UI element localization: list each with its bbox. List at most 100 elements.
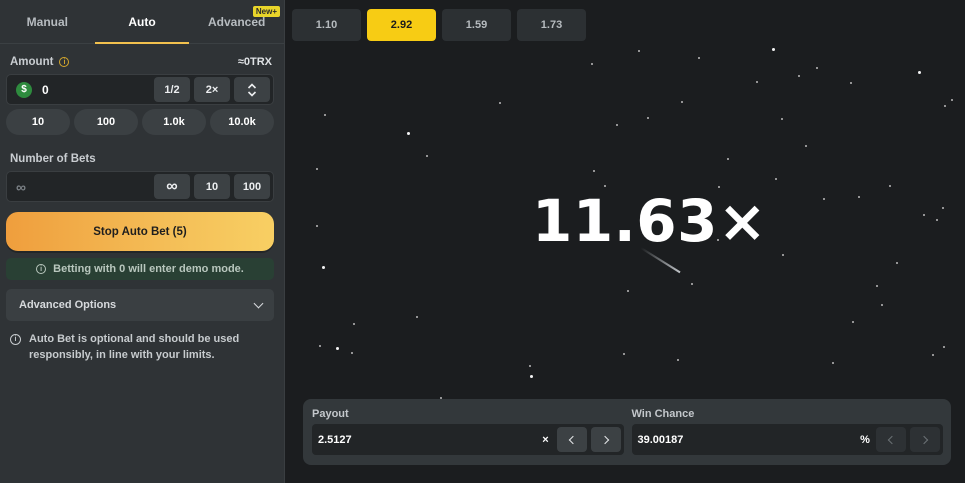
quick-amount-10[interactable]: 10 xyxy=(6,109,70,135)
star-dot xyxy=(782,254,784,256)
star-dot xyxy=(850,82,852,84)
star-dot xyxy=(951,99,953,101)
star-dot xyxy=(858,196,860,198)
star-dot xyxy=(936,219,938,221)
star-dot xyxy=(832,362,834,364)
win-chance-unit: % xyxy=(860,433,870,446)
star-dot xyxy=(781,118,783,120)
new-badge: New+ xyxy=(252,6,281,17)
history-item[interactable]: 1.73 xyxy=(517,9,586,41)
amount-input-group: $ 0 1/2 2× xyxy=(6,74,274,105)
quick-amount-1k[interactable]: 1.0k xyxy=(142,109,206,135)
star-dot xyxy=(593,170,595,172)
demo-notice-text: Betting with 0 will enter demo mode. xyxy=(53,263,244,275)
star-dot xyxy=(932,354,934,356)
range-toggle-button[interactable] xyxy=(234,77,270,102)
current-multiplier: 11.63× xyxy=(532,187,768,255)
amount-approx: ≈0TRX xyxy=(237,56,272,68)
chevron-right-icon xyxy=(600,435,609,444)
star-dot xyxy=(876,285,878,287)
advanced-options-toggle[interactable]: Advanced Options xyxy=(6,289,274,321)
history-item[interactable]: 2.92 xyxy=(367,9,436,41)
history-item[interactable]: 1.10 xyxy=(292,9,361,41)
bets-100-button[interactable]: 100 xyxy=(234,174,270,199)
win-chance-input[interactable]: 39.00187 xyxy=(638,434,855,446)
star-dot xyxy=(798,75,800,77)
payout-input-group: 2.5127 × xyxy=(312,424,624,455)
tab-advanced-label: Advanced xyxy=(208,15,266,29)
star-dot xyxy=(319,345,321,347)
star-dot xyxy=(591,63,593,65)
bets-input[interactable]: ∞ xyxy=(10,179,150,195)
info-icon: i xyxy=(36,264,47,274)
app-root: Manual Auto Advanced New+ Amount i ≈0TRX… xyxy=(0,0,965,483)
star-dot xyxy=(530,375,533,378)
bets-input-group: ∞ ∞ 10 100 xyxy=(6,171,274,202)
star-dot xyxy=(816,67,818,69)
payout-label: Payout xyxy=(312,408,349,420)
star-dot xyxy=(616,124,618,126)
auto-bet-disclaimer-text: Auto Bet is optional and should be used … xyxy=(29,333,240,361)
win-chance-increase-button[interactable] xyxy=(910,427,940,452)
star-dot xyxy=(756,81,758,83)
tab-advanced[interactable]: Advanced New+ xyxy=(189,0,284,43)
star-dot xyxy=(647,117,649,119)
amount-input[interactable]: 0 xyxy=(36,83,150,97)
bets-infinite-button[interactable]: ∞ xyxy=(154,174,190,199)
half-button[interactable]: 1/2 xyxy=(154,77,190,102)
star-dot xyxy=(881,304,883,306)
info-icon: i xyxy=(10,334,21,345)
tab-auto[interactable]: Auto xyxy=(94,0,190,44)
star-dot xyxy=(852,321,854,323)
win-chance-field: Win Chance 39.00187 % xyxy=(631,406,943,457)
quick-amount-100[interactable]: 100 xyxy=(74,109,138,135)
star-dot xyxy=(324,114,326,116)
star-dot xyxy=(322,266,325,269)
star-dot xyxy=(775,178,777,180)
bets-label-row: Number of Bets xyxy=(0,149,284,169)
payout-panel: Payout 2.5127 × Win Chance 39.00187 % xyxy=(303,399,951,465)
quick-amount-10k[interactable]: 10.0k xyxy=(210,109,274,135)
star-dot xyxy=(351,352,353,354)
star-dot xyxy=(943,346,945,348)
win-chance-label: Win Chance xyxy=(631,408,695,420)
star-dot xyxy=(942,207,944,209)
star-dot xyxy=(426,155,428,157)
game-area: 1.10 2.92 1.59 1.73 11.63× Payout 2.5127… xyxy=(286,0,965,483)
advanced-options-label: Advanced Options xyxy=(19,299,117,311)
chevron-down-icon xyxy=(253,298,264,308)
star-dot xyxy=(918,71,921,74)
stop-auto-bet-button[interactable]: Stop Auto Bet (5) xyxy=(6,212,274,251)
payout-unit: × xyxy=(542,433,549,446)
star-dot xyxy=(627,290,629,292)
tab-manual[interactable]: Manual xyxy=(0,0,95,43)
mode-tabs: Manual Auto Advanced New+ xyxy=(0,0,284,44)
star-dot xyxy=(823,198,825,200)
payout-field: Payout 2.5127 × xyxy=(312,406,624,457)
star-dot xyxy=(698,57,700,59)
payout-decrease-button[interactable] xyxy=(556,427,587,452)
history-item[interactable]: 1.59 xyxy=(442,9,511,41)
chevron-up-down-icon xyxy=(247,82,257,97)
star-dot xyxy=(805,145,807,147)
win-chance-input-group: 39.00187 % xyxy=(631,424,943,455)
double-button[interactable]: 2× xyxy=(194,77,230,102)
star-dot xyxy=(336,347,339,350)
star-dot xyxy=(416,316,418,318)
payout-increase-button[interactable] xyxy=(590,427,621,452)
dollar-coin-icon: $ xyxy=(16,81,32,98)
quick-amounts: 10 100 1.0k 10.0k xyxy=(6,109,274,135)
star-dot xyxy=(896,262,898,264)
chevron-left-icon xyxy=(887,435,897,444)
star-dot xyxy=(944,105,946,107)
payout-input[interactable]: 2.5127 xyxy=(318,434,535,446)
amount-label-row: Amount i ≈0TRX xyxy=(0,52,284,72)
amount-label: Amount xyxy=(10,56,54,68)
star-dot xyxy=(499,102,501,104)
chevron-left-icon xyxy=(568,435,577,444)
win-chance-decrease-button[interactable] xyxy=(876,427,906,452)
star-dot xyxy=(353,323,355,325)
star-dot xyxy=(727,158,729,160)
info-icon[interactable]: i xyxy=(59,57,70,67)
bets-10-button[interactable]: 10 xyxy=(194,174,230,199)
